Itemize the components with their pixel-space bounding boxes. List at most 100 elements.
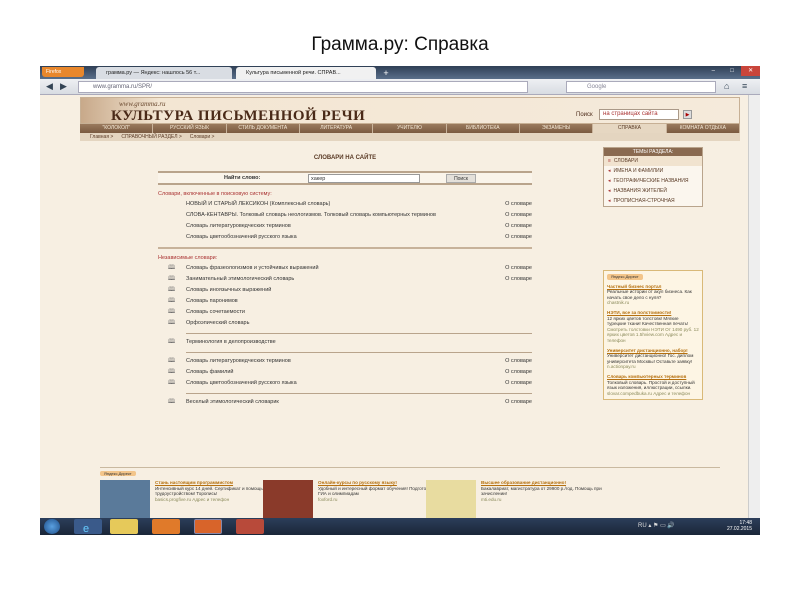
sidebar-item[interactable]: ≡ СЛОВАРИ: [604, 156, 702, 166]
dictionary-link[interactable]: СЛОВА-КЕНТАВРЫ. Толковый словарь неологи…: [186, 212, 436, 218]
ad-image[interactable]: [100, 480, 150, 518]
menu-item[interactable]: СТИЛЬ ДОКУМЕНТА: [227, 124, 300, 133]
dictionary-row: 🕮 Словарь литературоведческих терминов О с…: [158, 356, 532, 367]
url-input[interactable]: www.gramma.ru/SPR/: [78, 81, 528, 93]
site-search-label: Поиск: [576, 112, 593, 118]
menu-item[interactable]: СПРАВКА: [593, 124, 667, 133]
about-link[interactable]: О словаре: [505, 358, 532, 365]
slide-title: Грамма.ру: Справка: [311, 34, 489, 55]
ad-title[interactable]: Словарь компьютерных терминов: [607, 374, 699, 380]
explorer-icon[interactable]: [110, 519, 138, 534]
menu-item[interactable]: ЭКЗАМЕНЫ: [520, 124, 594, 133]
find-word-form: Найти слово: хакер Поиск: [158, 171, 532, 185]
maximize-icon[interactable]: □: [723, 66, 742, 76]
ad-url[interactable]: chastnik.ru: [607, 300, 699, 306]
dictionary-link[interactable]: Терминология в делопроизводстве: [186, 339, 276, 345]
clock[interactable]: 17:48 27.02.2015: [727, 520, 752, 532]
ad-label: Яндекс.Директ: [607, 274, 643, 280]
firefox-menu-button[interactable]: Firefox: [42, 67, 84, 77]
book-icon: 🕮: [168, 276, 176, 282]
ad-image[interactable]: [263, 480, 313, 518]
site-page: www.gramma.ru КУЛЬТУРА ПИСЬМЕННОЙ РЕЧИ П…: [80, 97, 740, 518]
menu-item[interactable]: ЛИТЕРАТУРА: [300, 124, 374, 133]
dictionary-link[interactable]: Словарь сочетаемости: [186, 309, 245, 315]
dictionary-link[interactable]: Словарь литературоведческих терминов: [186, 223, 291, 229]
breadcrumb-item[interactable]: Словари >: [190, 134, 215, 140]
dictionary-link[interactable]: НОВЫЙ И СТАРЫЙ ЛЕКСИКОН (Комплексный сло…: [186, 201, 330, 207]
powerpoint-icon[interactable]: [236, 519, 264, 534]
ie-icon[interactable]: e: [74, 519, 102, 535]
ad-body: Высшее образование дистанционно! Бакалавр…: [481, 480, 616, 502]
ad-url[interactable]: n.actionpay.ru: [607, 364, 699, 370]
home-icon[interactable]: ⌂: [724, 81, 729, 91]
scrollbar[interactable]: [748, 95, 760, 518]
arrow-icon: ≡: [608, 158, 611, 164]
divider: [186, 352, 532, 353]
dictionary-row: НОВЫЙ И СТАРЫЙ ЛЕКСИКОН (Комплексный сло…: [158, 199, 532, 210]
menu-icon[interactable]: ≡: [742, 81, 747, 91]
menu-item[interactable]: КОМНАТА ОТДЫХА: [667, 124, 740, 133]
about-link[interactable]: О словаре: [505, 276, 532, 283]
media-player-icon[interactable]: [152, 519, 180, 534]
dictionary-link[interactable]: Орфоэпический словарь: [186, 320, 249, 326]
dictionary-link[interactable]: Словарь фразеологизмов и устойчивых выра…: [186, 265, 319, 271]
ad-url[interactable]: slovar.compedbuka.ru Адрес и телефон: [607, 391, 699, 397]
ad-image[interactable]: [426, 480, 476, 518]
back-icon[interactable]: ◀: [46, 81, 53, 92]
site-logo[interactable]: КУЛЬТУРА ПИСЬМЕННОЙ РЕЧИ: [111, 108, 365, 125]
dictionary-row: 🕮 Орфоэпический словарь: [158, 318, 532, 329]
site-search-input[interactable]: на страницах сайта: [599, 109, 679, 120]
new-tab-icon[interactable]: +: [380, 67, 392, 79]
section-heading: Независимые словари:: [158, 255, 218, 261]
independent-dictionaries-list: 🕮 Словарь фразеологизмов и устойчивых выр…: [158, 263, 532, 408]
sidebar-item[interactable]: ◂ НАЗВАНИЯ ЖИТЕЛЕЙ: [604, 186, 702, 196]
dictionary-row: 🕮 Словарь паронимов: [158, 296, 532, 307]
dictionary-link[interactable]: Словарь цветообозначений русского языка: [186, 380, 297, 386]
language-indicator[interactable]: RU: [638, 523, 647, 529]
dictionary-link[interactable]: Веселый этимологический словарик: [186, 399, 279, 405]
find-word-input[interactable]: хакер: [308, 174, 420, 183]
menu-item[interactable]: "КОЛОКОЛ": [80, 124, 154, 133]
close-icon[interactable]: ✕: [741, 66, 760, 76]
find-button[interactable]: Поиск: [446, 174, 476, 183]
dictionary-link[interactable]: Словарь паронимов: [186, 298, 238, 304]
dictionary-link[interactable]: Словарь цветообозначений русского языка: [186, 234, 297, 240]
forward-icon[interactable]: ▶: [60, 81, 67, 92]
firefox-icon[interactable]: [194, 519, 222, 534]
breadcrumb-item[interactable]: Главная >: [90, 134, 113, 140]
ad-url[interactable]: Смотреть толстовки НЭТИ От 1490 руб. 12 …: [607, 327, 699, 344]
menu-item[interactable]: РУССКИЙ ЯЗЫК: [153, 124, 227, 133]
about-link[interactable]: О словаре: [505, 380, 532, 387]
browser-search-input[interactable]: Google: [566, 81, 716, 93]
about-link[interactable]: О словаре: [505, 212, 532, 219]
about-link[interactable]: О словаре: [505, 223, 532, 230]
menu-item[interactable]: БИБЛИОТЕКА: [447, 124, 520, 133]
breadcrumb-item[interactable]: СПРАВОЧНЫЙ РАЗДЕЛ >: [121, 134, 181, 140]
about-link[interactable]: О словаре: [505, 265, 532, 272]
sidebar-item[interactable]: ◂ ПРОПИСНАЯ-СТРОЧНАЯ: [604, 196, 702, 206]
about-link[interactable]: О словаре: [505, 234, 532, 241]
site-menu: "КОЛОКОЛ" РУССКИЙ ЯЗЫК СТИЛЬ ДОКУМЕНТА ЛИТЕ…: [80, 124, 740, 133]
start-button[interactable]: [44, 519, 60, 534]
about-link[interactable]: О словаре: [505, 201, 532, 208]
tab-gramma[interactable]: Культура письменной речи. СПРАВ...: [236, 67, 376, 79]
tab-yandex[interactable]: грамма.ру — Яндекс: нашлось 56 т...: [96, 67, 232, 79]
ad-item: Словарь компьютерных терминов Толковый сл…: [607, 374, 699, 396]
ad-url[interactable]: mti.edu.ru: [481, 497, 616, 503]
sidebar-item-label: ПРОПИСНАЯ-СТРОЧНАЯ: [613, 198, 675, 204]
dictionary-link[interactable]: Словарь фамилий: [186, 369, 233, 375]
minimize-icon[interactable]: –: [704, 66, 723, 76]
menu-item[interactable]: УЧИТЕЛЮ: [373, 124, 447, 133]
sidebar-topics: ТЕМЫ РАЗДЕЛА: ≡ СЛОВАРИ ◂ ИМЕНА И ФАМИЛИИ ◂ Г…: [603, 147, 703, 207]
dictionary-link[interactable]: Словарь литературоведческих терминов: [186, 358, 291, 364]
sidebar-item[interactable]: ◂ ГЕОГРАФИЧЕСКИЕ НАЗВАНИЯ: [604, 176, 702, 186]
divider: [186, 393, 532, 394]
site-search-button[interactable]: ▶: [683, 110, 692, 119]
dictionary-link[interactable]: Словарь иноязычных выражений: [186, 287, 271, 293]
book-icon: 🕮: [168, 369, 176, 375]
ad-text: 12 ярких цветов толстовк! Мягкие турецки…: [607, 315, 689, 327]
about-link[interactable]: О словаре: [505, 399, 532, 406]
sidebar-item[interactable]: ◂ ИМЕНА И ФАМИЛИИ: [604, 166, 702, 176]
about-link[interactable]: О словаре: [505, 369, 532, 376]
dictionary-link[interactable]: Занимательный этимологический словарь: [186, 276, 294, 282]
